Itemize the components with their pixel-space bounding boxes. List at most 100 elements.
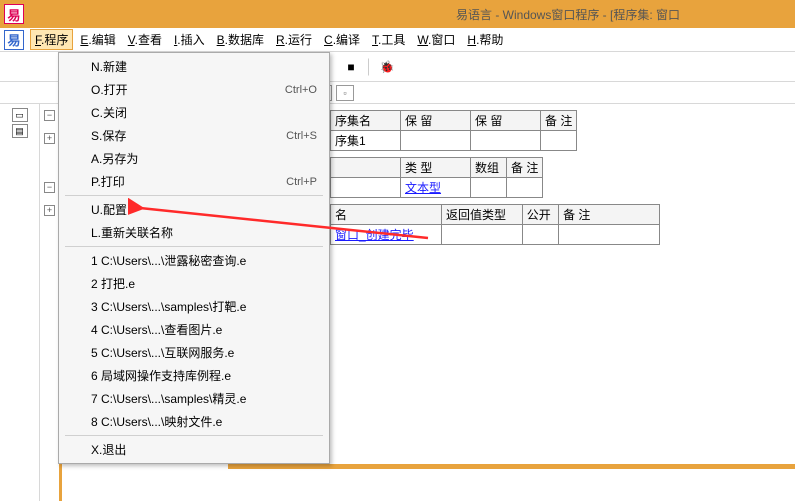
col-array: 数组	[471, 158, 507, 178]
tree-expand-icon[interactable]: +	[44, 205, 55, 216]
var-table: 类 型 数组 备 注 文本型	[330, 157, 543, 198]
menu-item-label: L.重新关联名称	[91, 224, 173, 241]
menu-item[interactable]: P.打印 Ctrl+P	[61, 170, 327, 193]
stop-icon[interactable]: ■	[340, 56, 362, 78]
col-remark3: 备 注	[559, 205, 660, 225]
menu-item[interactable]: N.新建	[61, 55, 327, 78]
menu-item-label: P.打印	[91, 173, 125, 190]
menu-编译[interactable]: C.编译	[319, 29, 365, 50]
menu-item[interactable]: 1 C:\Users\...\泄露秘密查询.e	[61, 249, 327, 272]
cell[interactable]	[522, 225, 558, 245]
menu-帮助[interactable]: H.帮助	[462, 29, 508, 50]
table-row[interactable]: 序集1	[331, 131, 577, 151]
menu-item-label: O.打开	[91, 81, 128, 98]
menu-item[interactable]: 4 C:\Users\...\查看图片.e	[61, 318, 327, 341]
menu-item[interactable]: A.另存为	[61, 147, 327, 170]
type-link[interactable]: 文本型	[405, 181, 441, 195]
cell[interactable]	[471, 178, 507, 198]
toolbar-separator	[368, 58, 370, 76]
tree-collapse-icon[interactable]: −	[44, 110, 55, 121]
menu-数据库[interactable]: B.数据库	[212, 29, 269, 50]
menu-item[interactable]: 8 C:\Users\...\映射文件.e	[61, 410, 327, 433]
doc-icon: 易	[4, 30, 24, 50]
menu-item[interactable]: 5 C:\Users\...\互联网服务.e	[61, 341, 327, 364]
menu-separator	[65, 195, 323, 196]
debug-icon[interactable]: 🐞	[376, 56, 398, 78]
menu-item-label: U.配置	[91, 201, 127, 218]
menu-item[interactable]: 6 局域网操作支持库例程.e	[61, 364, 327, 387]
menu-插入[interactable]: I.插入	[169, 29, 210, 50]
cell[interactable]: 窗口_创建完毕	[331, 225, 442, 245]
title-bar: 易 易语言 - Windows窗口程序 - [程序集: 窗口	[0, 0, 795, 28]
menu-item[interactable]: L.重新关联名称	[61, 221, 327, 244]
col-reserved2: 保 留	[471, 111, 541, 131]
cell[interactable]	[559, 225, 660, 245]
cell[interactable]	[331, 178, 401, 198]
cell[interactable]	[442, 225, 523, 245]
restore-icon[interactable]: ▫	[336, 85, 354, 101]
menu-bar: 易 F.程序E.编辑V.查看I.插入B.数据库R.运行C.编译T.工具W.窗口H…	[0, 28, 795, 52]
col-returntype: 返回值类型	[442, 205, 523, 225]
col-procset-name: 序集名	[331, 111, 401, 131]
menu-查看[interactable]: V.查看	[123, 29, 167, 50]
menu-程序[interactable]: F.程序	[30, 29, 73, 50]
procset-table: 序集名 保 留 保 留 备 注 序集1	[330, 110, 577, 151]
cell[interactable]	[507, 178, 543, 198]
tree-expand-icon[interactable]: +	[44, 133, 55, 144]
col-name: 名	[331, 205, 442, 225]
menu-item[interactable]: S.保存 Ctrl+S	[61, 124, 327, 147]
menu-separator	[65, 435, 323, 436]
menu-编辑[interactable]: E.编辑	[75, 29, 120, 50]
col-remark: 备 注	[541, 111, 577, 131]
menu-item-label: X.退出	[91, 441, 126, 458]
table-row[interactable]: 文本型	[331, 178, 543, 198]
proc-table: 名 返回值类型 公开 备 注 窗口_创建完毕	[330, 204, 660, 245]
col-remark2: 备 注	[507, 158, 543, 178]
menu-item-label: 1 C:\Users\...\泄露秘密查询.e	[91, 252, 246, 269]
file-menu-dropdown: N.新建 O.打开 Ctrl+O C.关闭 S.保存 Ctrl+S A.另存为 P.打印 Ctr…	[58, 52, 330, 464]
col-reserved1: 保 留	[401, 111, 471, 131]
proc-link[interactable]: 窗口_创建完毕	[335, 228, 414, 242]
cell[interactable]: 序集1	[331, 131, 401, 151]
menu-item-label: 8 C:\Users\...\映射文件.e	[91, 413, 222, 430]
menu-item-label: A.另存为	[91, 150, 138, 167]
menu-item-label: 7 C:\Users\...\samples\精灵.e	[91, 390, 246, 407]
cell[interactable]	[471, 131, 541, 151]
col-blank	[331, 158, 401, 178]
menu-item[interactable]: 3 C:\Users\...\samples\打靶.e	[61, 295, 327, 318]
col-public: 公开	[522, 205, 558, 225]
col-type: 类 型	[401, 158, 471, 178]
menu-运行[interactable]: R.运行	[271, 29, 317, 50]
left-gutter: ▭ ▤	[0, 104, 40, 501]
menu-窗口[interactable]: W.窗口	[412, 29, 460, 50]
tree-collapse-icon[interactable]: −	[44, 182, 55, 193]
menu-item-label: 2 打把.e	[91, 275, 135, 292]
menu-item[interactable]: O.打开 Ctrl+O	[61, 78, 327, 101]
menu-item-label: N.新建	[91, 58, 127, 75]
menu-item-shortcut: Ctrl+P	[286, 176, 317, 188]
menu-item[interactable]: 7 C:\Users\...\samples\精灵.e	[61, 387, 327, 410]
menu-item-exit[interactable]: X.退出	[61, 438, 327, 461]
menu-item-label: 4 C:\Users\...\查看图片.e	[91, 321, 222, 338]
cell[interactable]: 文本型	[401, 178, 471, 198]
menu-item-label: 6 局域网操作支持库例程.e	[91, 367, 231, 384]
menu-separator	[65, 246, 323, 247]
menu-item-shortcut: Ctrl+O	[285, 84, 317, 96]
menu-item-label: S.保存	[91, 127, 126, 144]
table-row[interactable]: 窗口_创建完毕	[331, 225, 660, 245]
horizontal-splitter[interactable]	[228, 464, 795, 469]
menu-item[interactable]: 2 打把.e	[61, 272, 327, 295]
menu-item-label: 5 C:\Users\...\互联网服务.e	[91, 344, 234, 361]
panel-icon[interactable]: ▭	[12, 108, 28, 122]
menu-item-label: C.关闭	[91, 104, 127, 121]
menu-item[interactable]: U.配置	[61, 198, 327, 221]
menu-item[interactable]: C.关闭	[61, 101, 327, 124]
cell[interactable]	[541, 131, 577, 151]
menu-item-shortcut: Ctrl+S	[286, 130, 317, 142]
window-title: 易语言 - Windows窗口程序 - [程序集: 窗口	[456, 6, 680, 23]
cell[interactable]	[401, 131, 471, 151]
panel-icon[interactable]: ▤	[12, 124, 28, 138]
app-icon: 易	[4, 4, 24, 24]
menu-工具[interactable]: T.工具	[367, 29, 410, 50]
menu-item-label: 3 C:\Users\...\samples\打靶.e	[91, 298, 246, 315]
